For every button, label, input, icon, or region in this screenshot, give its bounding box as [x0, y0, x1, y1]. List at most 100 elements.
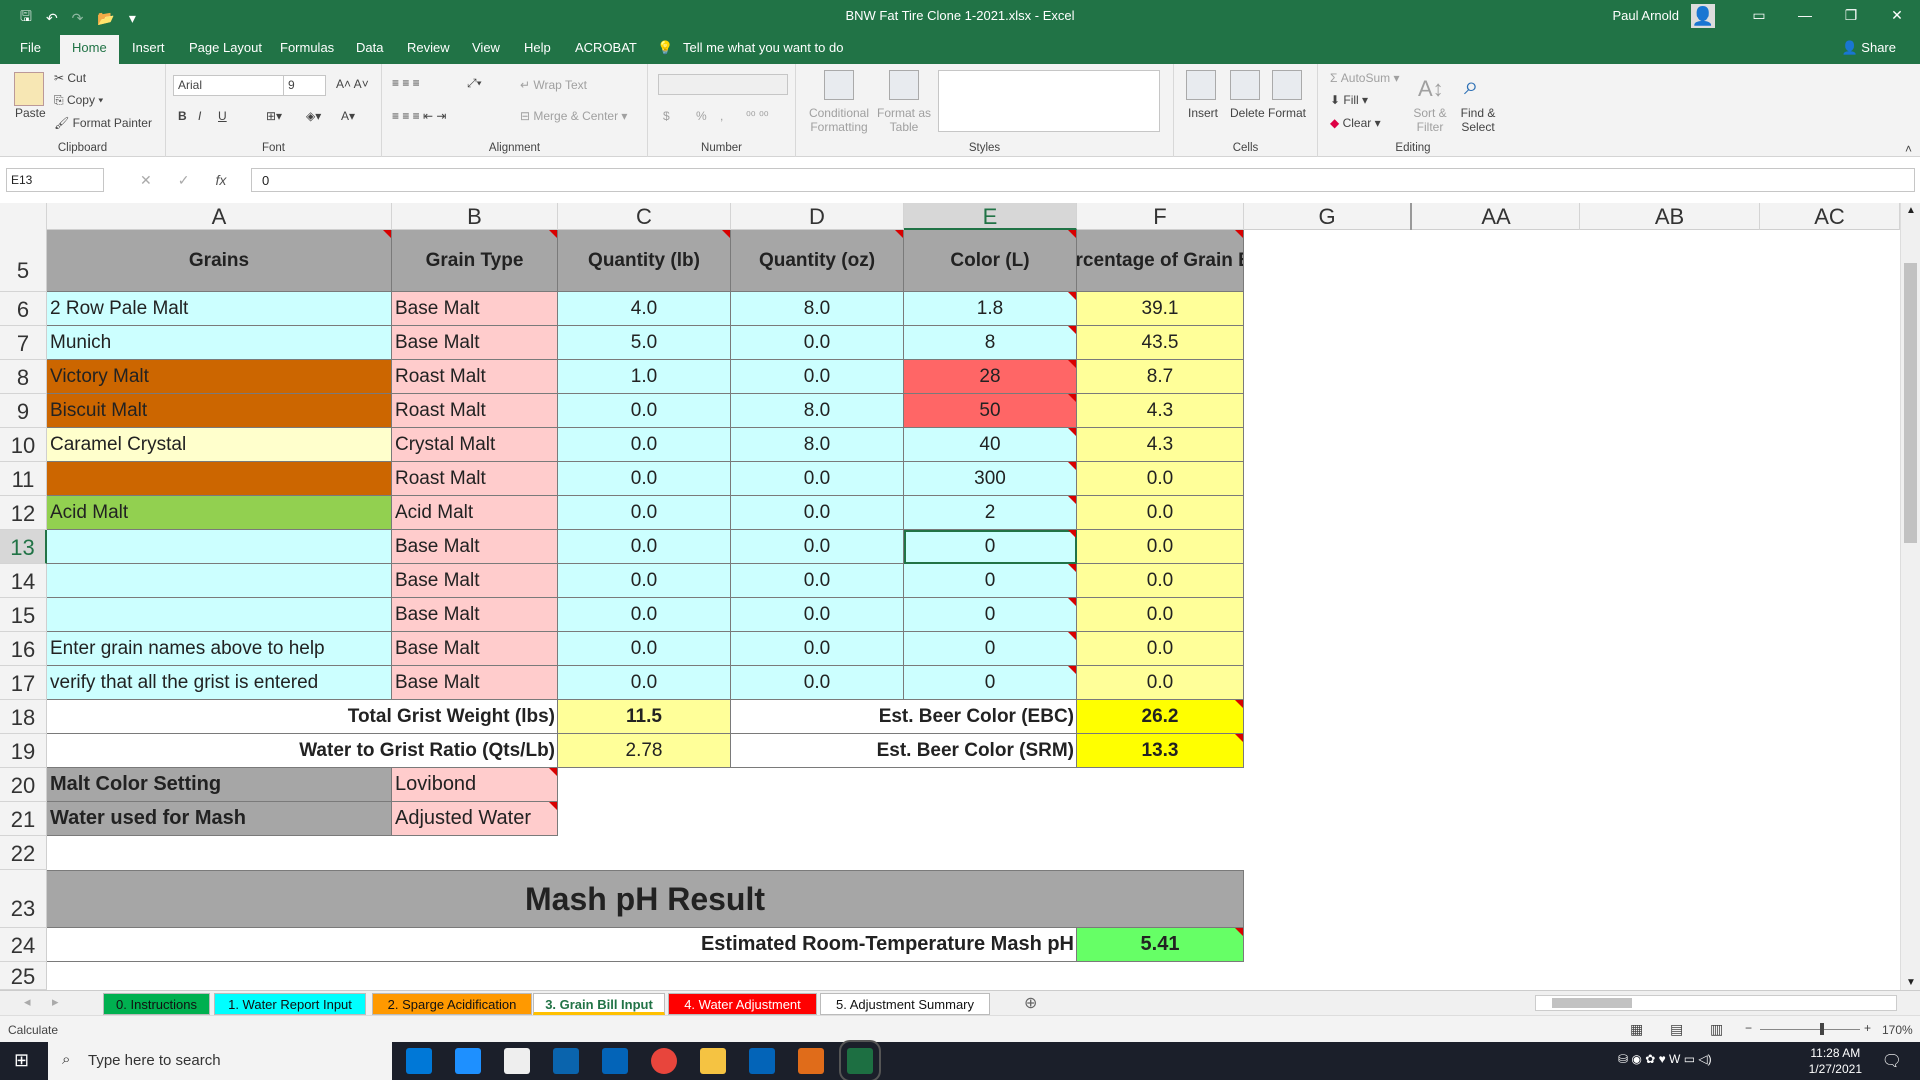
grain-name-cell[interactable]: Enter grain names above to help	[47, 632, 392, 666]
sort-filter-button[interactable]: Sort & Filter	[1410, 106, 1450, 134]
delete-cells-button[interactable]: Delete	[1230, 106, 1265, 120]
qty-oz-cell[interactable]: 0.0	[731, 666, 904, 700]
cell-styles-gallery[interactable]	[938, 70, 1160, 132]
system-tray-icons[interactable]: ⛁ ◉ ✿ ♥ W ▭ ◁)	[1618, 1052, 1712, 1066]
grain-name-cell[interactable]: Acid Malt	[47, 496, 392, 530]
header-grain-type[interactable]: Grain Type	[392, 230, 558, 292]
border-icon[interactable]: ⊞▾	[266, 109, 282, 123]
col-header-c[interactable]: C	[558, 203, 731, 230]
zoom-slider-thumb[interactable]	[1820, 1023, 1824, 1035]
cut-button[interactable]: ✂ Cut	[54, 71, 86, 85]
qty-oz-cell[interactable]: 0.0	[731, 462, 904, 496]
row-header-12[interactable]: 12	[0, 496, 47, 530]
col-header-aa[interactable]: AA	[1413, 203, 1580, 230]
copy-button[interactable]: ⎘ Copy ▾	[54, 93, 103, 108]
zoom-level[interactable]: 170%	[1882, 1023, 1913, 1037]
qty-oz-cell[interactable]: 8.0	[731, 428, 904, 462]
taskbar-search[interactable]: ⌕ Type here to search	[48, 1042, 392, 1080]
tab-page-layout[interactable]: Page Layout	[189, 40, 262, 55]
row-header-11[interactable]: 11	[0, 462, 47, 496]
pct-cell[interactable]: 0.0	[1077, 530, 1244, 564]
format-cells-button[interactable]: Format	[1268, 106, 1306, 120]
ratio-label[interactable]: Water to Grist Ratio (Qts/Lb)	[47, 734, 558, 768]
delete-cells-icon[interactable]	[1230, 70, 1260, 100]
underline-icon[interactable]: U	[218, 109, 227, 123]
horizontal-scroll-thumb[interactable]	[1552, 998, 1632, 1008]
pct-cell[interactable]: 0.0	[1077, 462, 1244, 496]
page-break-view-icon[interactable]: ▥	[1710, 1021, 1723, 1038]
grain-name-cell[interactable]: Biscuit Malt	[47, 394, 392, 428]
qty-oz-cell[interactable]: 0.0	[731, 564, 904, 598]
tell-me-box[interactable]: Tell me what you want to do	[683, 40, 843, 55]
ribbon-display-icon[interactable]: ▭	[1736, 0, 1782, 31]
zoom-out-icon[interactable]: −	[1745, 1021, 1752, 1035]
col-header-g[interactable]: G	[1244, 203, 1412, 230]
restore-icon[interactable]: ❐	[1828, 0, 1874, 31]
top-align-icon[interactable]: ≡ ≡ ≡	[392, 76, 420, 90]
grain-name-cell[interactable]	[47, 462, 392, 496]
currency-button[interactable]: $	[663, 109, 670, 123]
grain-type-cell[interactable]: Base Malt	[392, 292, 558, 326]
horizontal-scrollbar[interactable]	[1535, 995, 1897, 1011]
tab-help[interactable]: Help	[524, 40, 551, 55]
tab-insert[interactable]: Insert	[132, 40, 165, 55]
autosum-button[interactable]: Σ AutoSum ▾	[1330, 71, 1399, 85]
decimal-icon[interactable]: ⁰⁰ ⁰⁰	[746, 109, 769, 123]
color-cell[interactable]: 0	[904, 666, 1077, 700]
outlook-active-icon[interactable]	[749, 1048, 775, 1074]
qty-lb-cell[interactable]: 0.0	[558, 666, 731, 700]
ebc-value[interactable]: 26.2	[1077, 700, 1244, 734]
scroll-up-icon[interactable]: ▲	[1906, 205, 1916, 216]
merge-center-button[interactable]: ⊟ Merge & Center ▾	[520, 109, 627, 123]
row-header-22[interactable]: 22	[0, 836, 47, 870]
row-header-14[interactable]: 14	[0, 564, 47, 598]
row-header-20[interactable]: 20	[0, 768, 47, 802]
total-grist-label[interactable]: Total Grist Weight (lbs)	[47, 700, 558, 734]
srm-label[interactable]: Est. Beer Color (SRM)	[731, 734, 1077, 768]
grain-name-cell[interactable]	[47, 530, 392, 564]
col-header-ac[interactable]: AC	[1760, 203, 1900, 230]
sheet-tab-grain-bill[interactable]: 3. Grain Bill Input	[533, 993, 665, 1015]
qty-lb-cell[interactable]: 0.0	[558, 394, 731, 428]
tab-data[interactable]: Data	[356, 40, 383, 55]
col-header-d[interactable]: D	[731, 203, 904, 230]
qty-oz-cell[interactable]: 0.0	[731, 496, 904, 530]
color-cell[interactable]: 0	[904, 598, 1077, 632]
header-qty-lb[interactable]: Quantity (lb)	[558, 230, 731, 292]
header-percentage[interactable]: Percentage of Grain Bill	[1077, 230, 1244, 292]
taskbar-clock[interactable]: 11:28 AM 1/27/2021	[1809, 1045, 1862, 1077]
grain-name-cell[interactable]: Munich	[47, 326, 392, 360]
sheet-tab-instructions[interactable]: 0. Instructions	[103, 993, 210, 1015]
share-button[interactable]: 👤 Share	[1841, 40, 1896, 56]
zoom-in-icon[interactable]: +	[1864, 1021, 1871, 1035]
cancel-icon[interactable]: ✕	[140, 172, 152, 189]
qty-oz-cell[interactable]: 0.0	[731, 530, 904, 564]
col-header-f[interactable]: F	[1077, 203, 1244, 230]
chrome-icon[interactable]	[651, 1048, 677, 1074]
color-cell[interactable]: 28	[904, 360, 1077, 394]
find-select-button[interactable]: Find & Select	[1456, 106, 1500, 134]
row-header-15[interactable]: 15	[0, 598, 47, 632]
sheet-tab-water-report[interactable]: 1. Water Report Input	[214, 993, 366, 1015]
notifications-icon[interactable]: 🗨	[1882, 1051, 1902, 1071]
color-cell[interactable]: 40	[904, 428, 1077, 462]
name-box[interactable]: E13	[6, 168, 104, 192]
sort-filter-icon[interactable]: A↕	[1418, 76, 1444, 102]
qty-lb-cell[interactable]: 5.0	[558, 326, 731, 360]
row-header-6[interactable]: 6	[0, 292, 47, 326]
grain-type-cell[interactable]: Roast Malt	[392, 360, 558, 394]
paste-icon[interactable]	[14, 72, 44, 106]
grain-name-cell[interactable]: Caramel Crystal	[47, 428, 392, 462]
qty-lb-cell[interactable]: 0.0	[558, 462, 731, 496]
malt-setting-label[interactable]: Malt Color Setting	[47, 768, 392, 802]
font-size-select[interactable]: 9	[283, 75, 326, 96]
conditional-format-button[interactable]: Conditional Formatting	[806, 106, 872, 134]
font-name-select[interactable]: Arial	[173, 75, 284, 96]
store-icon[interactable]	[504, 1048, 530, 1074]
qty-oz-cell[interactable]: 8.0	[731, 292, 904, 326]
format-cells-icon[interactable]	[1272, 70, 1302, 100]
pct-cell[interactable]: 0.0	[1077, 564, 1244, 598]
formula-input[interactable]: 0	[251, 168, 1915, 192]
grain-name-cell[interactable]	[47, 564, 392, 598]
water-used-label[interactable]: Water used for Mash	[47, 802, 392, 836]
